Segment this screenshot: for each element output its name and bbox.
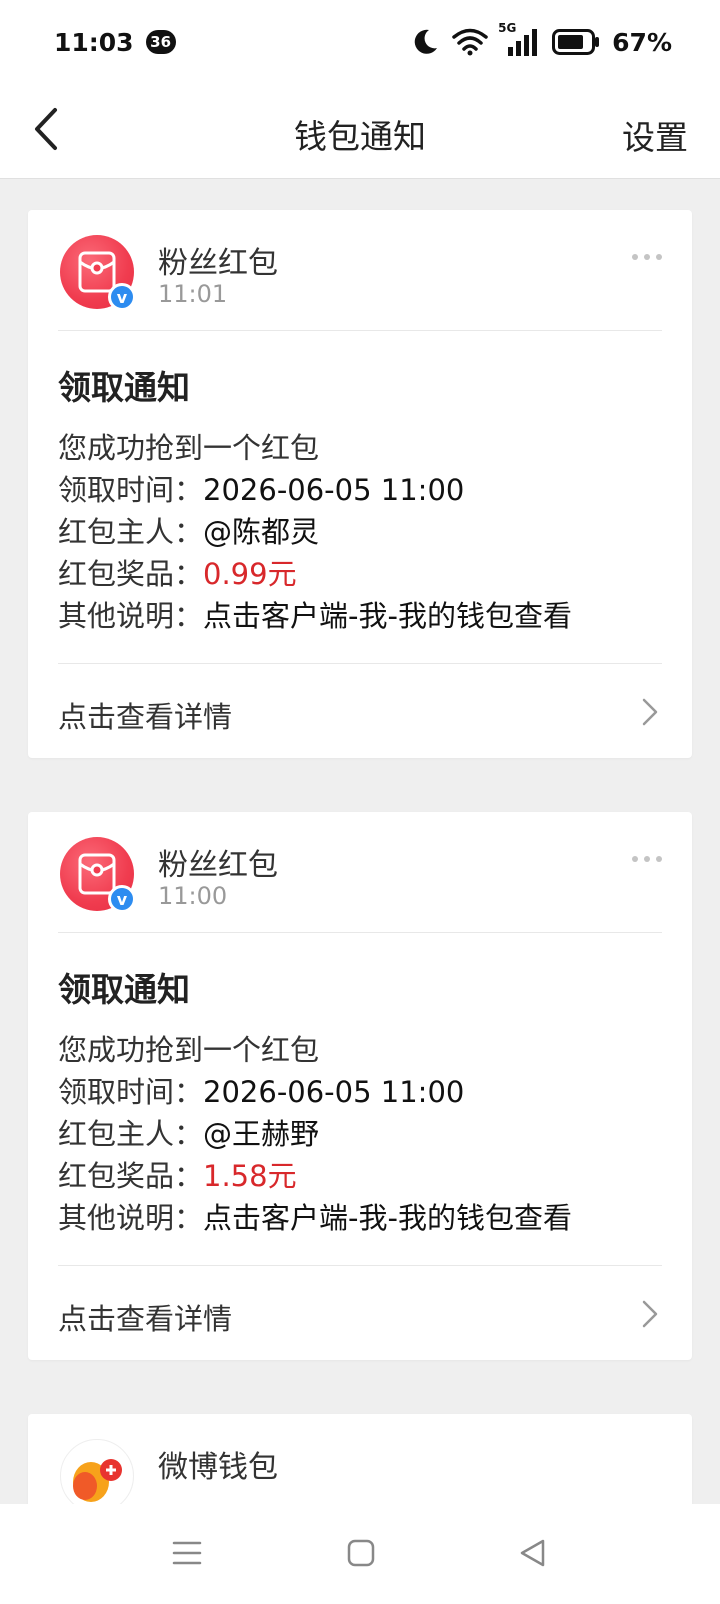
notification-card: 微博钱包 bbox=[28, 1414, 692, 1504]
avatar[interactable]: v bbox=[60, 235, 136, 311]
card-header: 微博钱包 bbox=[28, 1414, 692, 1504]
field-prize: 红包奖品：1.58元 bbox=[58, 1155, 662, 1197]
status-left: 11:03 36 bbox=[54, 28, 176, 57]
notice-intro: 您成功抢到一个红包 bbox=[58, 431, 320, 465]
field-label: 红包奖品： bbox=[58, 557, 204, 591]
network-type-label: 5G bbox=[498, 21, 517, 35]
nav-bar: 钱包通知 设置 bbox=[0, 84, 720, 179]
field-label: 红包主人： bbox=[58, 515, 204, 549]
field-claim-time: 领取时间：2026-06-05 11:00 bbox=[58, 469, 662, 511]
avatar[interactable] bbox=[60, 1439, 134, 1504]
field-prize: 红包奖品：0.99元 bbox=[58, 553, 662, 595]
moon-icon bbox=[410, 27, 440, 57]
back-triangle-icon[interactable] bbox=[518, 1538, 548, 1572]
view-details-label: 点击查看详情 bbox=[58, 1302, 233, 1336]
status-time: 11:03 bbox=[54, 27, 134, 57]
notification-card: v 粉丝红包 11:00 领取通知 您成功抢到一个红包 领取时间：2026-06… bbox=[28, 812, 692, 1360]
field-value: 点击客户端-我-我的钱包查看 bbox=[203, 1201, 572, 1235]
chevron-right-icon bbox=[642, 1300, 658, 1332]
field-label: 其他说明： bbox=[58, 599, 204, 633]
notification-card: v 粉丝红包 11:01 领取通知 您成功抢到一个红包 领取时间：2026-06… bbox=[28, 210, 692, 758]
avatar[interactable]: v bbox=[60, 837, 136, 913]
sender-name: 粉丝红包 bbox=[158, 246, 278, 281]
battery-percent: 67% bbox=[612, 27, 672, 57]
view-details-link[interactable]: 点击查看详情 bbox=[28, 664, 692, 758]
page-title: 钱包通知 bbox=[294, 117, 426, 156]
menu-icon[interactable] bbox=[172, 1538, 202, 1572]
verified-badge-icon: v bbox=[108, 283, 136, 311]
home-square-icon[interactable] bbox=[346, 1538, 376, 1572]
view-details-label: 点击查看详情 bbox=[58, 700, 233, 734]
field-value: @陈都灵 bbox=[203, 515, 320, 549]
weibo-wallet-logo-icon bbox=[60, 1439, 134, 1504]
sender-name: 粉丝红包 bbox=[158, 848, 278, 883]
field-value: 2026-06-05 11:00 bbox=[203, 473, 465, 507]
field-other-notes: 其他说明：点击客户端-我-我的钱包查看 bbox=[58, 595, 662, 637]
field-label: 红包奖品： bbox=[58, 1159, 204, 1193]
prize-amount: 1.58元 bbox=[203, 1159, 297, 1193]
view-details-link[interactable]: 点击查看详情 bbox=[28, 1266, 692, 1360]
sender-name: 微博钱包 bbox=[158, 1450, 278, 1485]
field-packet-owner: 红包主人：@王赫野 bbox=[58, 1113, 662, 1155]
field-packet-owner: 红包主人：@陈都灵 bbox=[58, 511, 662, 553]
wifi-icon bbox=[452, 28, 488, 56]
status-bar: 11:03 36 5G 67% bbox=[0, 0, 720, 84]
verified-badge-icon: v bbox=[108, 885, 136, 913]
field-label: 领取时间： bbox=[58, 473, 204, 507]
card-body: 领取通知 您成功抢到一个红包 领取时间：2026-06-05 11:00 红包主… bbox=[28, 933, 692, 1265]
cell-signal-icon: 5G bbox=[498, 21, 540, 57]
notice-title: 领取通知 bbox=[58, 368, 190, 407]
field-label: 领取时间： bbox=[58, 1075, 204, 1109]
prize-amount: 0.99元 bbox=[203, 557, 297, 591]
field-value: 点击客户端-我-我的钱包查看 bbox=[203, 599, 572, 633]
status-right: 5G 67% bbox=[410, 21, 672, 57]
field-label: 其他说明： bbox=[58, 1201, 204, 1235]
notification-count-badge: 36 bbox=[145, 30, 176, 54]
notification-list[interactable]: v 粉丝红包 11:01 领取通知 您成功抢到一个红包 领取时间：2026-06… bbox=[0, 178, 720, 1504]
field-label: 红包主人： bbox=[58, 1117, 204, 1151]
field-other-notes: 其他说明：点击客户端-我-我的钱包查看 bbox=[58, 1197, 662, 1239]
card-header: v 粉丝红包 11:01 bbox=[28, 210, 692, 330]
settings-button[interactable]: 设置 bbox=[622, 111, 688, 159]
card-header: v 粉丝红包 11:00 bbox=[28, 812, 692, 932]
battery-icon bbox=[552, 29, 600, 55]
message-time: 11:01 bbox=[158, 280, 228, 308]
chevron-right-icon bbox=[642, 698, 658, 730]
field-value: 2026-06-05 11:00 bbox=[203, 1075, 465, 1109]
notice-intro: 您成功抢到一个红包 bbox=[58, 1033, 320, 1067]
system-navigation-bar bbox=[0, 1504, 720, 1604]
message-time: 11:00 bbox=[158, 882, 228, 910]
field-value: @王赫野 bbox=[203, 1117, 320, 1151]
more-icon[interactable] bbox=[632, 856, 662, 862]
notice-title: 领取通知 bbox=[58, 970, 190, 1009]
card-body: 领取通知 您成功抢到一个红包 领取时间：2026-06-05 11:00 红包主… bbox=[28, 331, 692, 663]
field-claim-time: 领取时间：2026-06-05 11:00 bbox=[58, 1071, 662, 1113]
more-icon[interactable] bbox=[632, 254, 662, 260]
